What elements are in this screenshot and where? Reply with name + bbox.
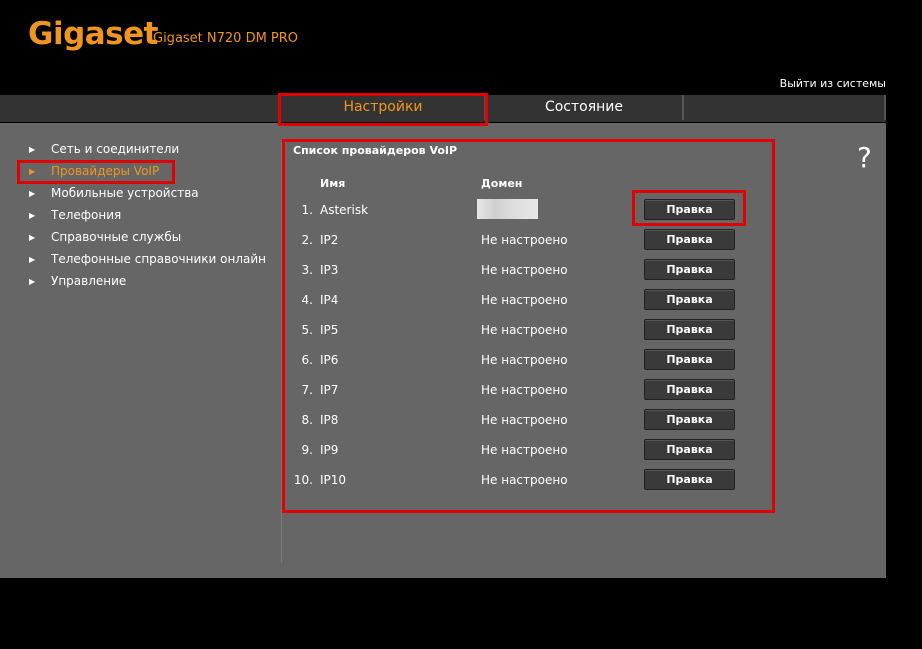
sidebar-item-label: Справочные службы [51,230,182,244]
help-icon[interactable]: ? [857,141,872,174]
highlight-box-voip-item [17,160,175,184]
arrow-right-icon: ▶ [29,211,36,220]
arrow-right-icon: ▶ [29,145,36,154]
sidebar-item-label: Сеть и соединители [51,142,180,156]
logout-link[interactable]: Выйти из системы [780,77,886,90]
sidebar-item-info-services[interactable]: ▶ Справочные службы [29,230,181,244]
arrow-right-icon: ▶ [29,233,36,242]
device-model: Gigaset N720 DM PRO [153,31,299,46]
sidebar-item-label: Телефонные справочники онлайн [51,252,267,266]
sidebar-item-label: Управление [51,274,127,288]
arrow-right-icon: ▶ [29,255,36,264]
arrow-right-icon: ▶ [29,277,36,286]
sidebar-item-mobile-devices[interactable]: ▶ Мобильные устройства [29,186,199,200]
sidebar-item-telephony[interactable]: ▶ Телефония [29,208,121,222]
sidebar-item-label: Телефония [51,208,122,222]
sidebar-item-label: Мобильные устройства [51,186,199,200]
highlight-box-edit-button [632,190,746,226]
tab-empty [684,95,886,120]
sidebar-item-network[interactable]: ▶ Сеть и соединители [29,142,179,156]
sidebar-item-management[interactable]: ▶ Управление [29,274,126,288]
gigaset-logo: Gigaset [28,16,158,52]
arrow-right-icon: ▶ [29,189,36,198]
highlight-box-tab-settings [278,93,488,126]
tab-status[interactable]: Состояние [486,95,684,120]
sidebar-item-online-directories[interactable]: ▶ Телефонные справочники онлайн [29,252,266,266]
